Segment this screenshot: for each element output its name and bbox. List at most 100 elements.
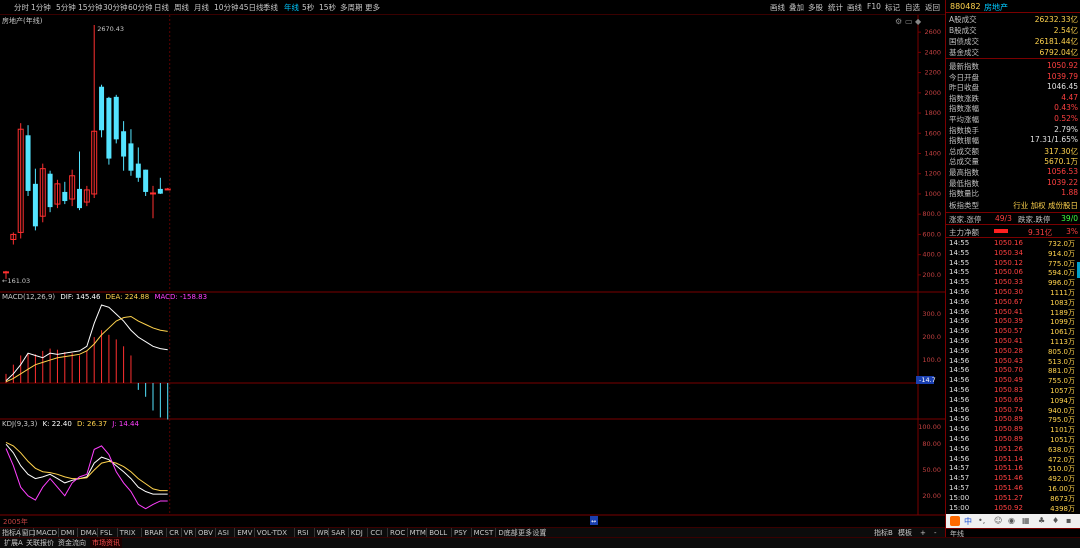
ime-shirt-icon[interactable]: ♦: [1052, 516, 1059, 525]
period-tab[interactable]: 45日线: [239, 2, 264, 13]
tick-price: 1050.39: [994, 317, 1023, 326]
period-tab[interactable]: 月线: [194, 2, 209, 13]
down-value: 39/0: [1061, 214, 1078, 223]
period-tab[interactable]: 30分钟: [103, 2, 128, 13]
period-tab[interactable]: 分时: [14, 2, 29, 13]
period-tab[interactable]: 10分钟: [214, 2, 239, 13]
period-tab[interactable]: 5秒: [302, 2, 314, 13]
toolbar-right-button[interactable]: 统计: [828, 2, 843, 13]
tick-time: 14:56: [949, 444, 970, 453]
high-label: 2670.43: [97, 25, 124, 33]
stat-value: 5670.1万: [1044, 157, 1078, 167]
tick-price: 1050.92: [994, 503, 1023, 512]
ime-skin-icon[interactable]: ♣: [1038, 516, 1045, 525]
y-tick-label: 200.0: [922, 271, 941, 279]
stat-value: 0.43%: [1054, 103, 1078, 113]
tick-row: 14:56 1050.70 881.0万: [946, 366, 1080, 376]
index-stat-row: 最高指数 1056.53: [946, 167, 1080, 177]
toolbar-right-button[interactable]: 画线: [770, 2, 785, 13]
stat-value: 2.79%: [1054, 124, 1078, 134]
tick-price: 1050.67: [994, 297, 1023, 306]
tick-price: 1050.49: [994, 376, 1023, 385]
tick-time: 14:56: [949, 454, 970, 463]
macd-current-value: -14.7: [919, 376, 936, 384]
candle-body: [3, 271, 9, 274]
macd-value-label: MACD: -158.83: [154, 293, 208, 301]
toolbar-right-button[interactable]: F10: [867, 2, 881, 11]
main-flow-pct: 3%: [1066, 227, 1078, 236]
tick-price: 1050.06: [994, 268, 1023, 277]
tick-price: 1051.14: [994, 454, 1023, 463]
tick-row: 14:57 1051.16 510.0万: [946, 464, 1080, 474]
tick-price: 1050.12: [994, 258, 1023, 267]
tick-time: 14:55: [949, 239, 970, 247]
toolbar-right-button[interactable]: 自选: [905, 2, 920, 13]
toolbar-right-button[interactable]: 返回: [925, 2, 940, 13]
tick-volume: 1083万: [1050, 298, 1075, 307]
period-tab[interactable]: 60分钟: [128, 2, 153, 13]
toolbar-right-button[interactable]: 标记: [885, 2, 900, 13]
tick-time: 14:55: [949, 278, 970, 287]
candle-body: [32, 183, 38, 227]
stat-key: B股成交: [949, 26, 977, 35]
chart-arrow-icon: ◆: [915, 17, 922, 26]
y-tick-label: 1000: [924, 190, 941, 198]
chart-svg[interactable]: ⚙ ▭ ◆2600 2400 2200 2000 1800 1600 1400 1200 1000 8…: [0, 15, 945, 527]
tick-time: 14:56: [949, 395, 970, 404]
toolbar-right-button[interactable]: 叠加: [789, 2, 804, 13]
tick-time: 14:57: [949, 464, 970, 473]
ime-grid-icon[interactable]: ▪: [1066, 516, 1071, 525]
tick-time: 14:56: [949, 337, 970, 345]
tick-price: 1050.89: [994, 425, 1023, 434]
index-stat-row: 今日开盘 1039.79: [946, 72, 1080, 82]
period-tab[interactable]: 15分钟: [78, 2, 103, 13]
stat-value: 1046.45: [1046, 82, 1078, 92]
toolbar-right-button[interactable]: 多股: [808, 2, 823, 13]
tick-volume: 1099万: [1050, 318, 1075, 327]
period-tab[interactable]: 1分钟: [31, 2, 51, 13]
period-tab[interactable]: 5分钟: [56, 2, 76, 13]
kline-chart-area[interactable]: ⚙ ▭ ◆ 2600 2400 2200 2000 1800 1600 1400 1200 1000 8…: [0, 15, 945, 527]
tick-time: 14:57: [949, 484, 970, 492]
ime-keyboard-icon[interactable]: ▦: [1022, 516, 1030, 525]
ime-toolbar[interactable]: 中 •, ☺ ◉ ▦ ♣ ♦ ▪: [946, 514, 1080, 528]
tick-price: 1050.30: [994, 288, 1023, 296]
period-tab[interactable]: 15秒: [319, 2, 336, 13]
kdj-k-line: [5, 443, 168, 495]
tick-row: 14:56 1050.39 1099万: [946, 317, 1080, 327]
tick-price: 1051.46: [994, 474, 1023, 483]
period-tab[interactable]: 周线: [174, 2, 189, 13]
tick-row: 14:57 1051.46 16.00万: [946, 484, 1080, 494]
candle-body: [128, 143, 134, 171]
tick-price: 1050.33: [994, 278, 1023, 287]
tick-row: 14:55 1050.16 732.0万: [946, 239, 1080, 249]
tick-volume: 996.0万: [1047, 279, 1075, 288]
stat-value: 26181.44亿: [1034, 37, 1078, 46]
tick-volume: 805.0万: [1047, 347, 1075, 356]
ime-lang-icon[interactable]: 中: [964, 516, 972, 527]
stat-key: 总成交额: [949, 146, 979, 156]
candle-body: [77, 188, 82, 209]
stat-value: 1050.92: [1046, 61, 1078, 70]
ime-punct-icon[interactable]: •,: [978, 516, 985, 525]
ime-emoji-icon[interactable]: ☺: [994, 516, 1002, 525]
stat-key: 指数涨幅: [949, 104, 979, 114]
candle-body: [143, 169, 149, 192]
tick-price: 1050.57: [994, 327, 1023, 336]
period-tab[interactable]: 日线: [154, 2, 169, 13]
stat-key: 指数量比: [949, 189, 979, 199]
year-label: 2005年: [3, 518, 28, 526]
tick-row: 14:56 1051.14 472.0万: [946, 455, 1080, 465]
toolbar-right-button[interactable]: 画线: [847, 2, 862, 13]
tick-volume: 881.0万: [1047, 367, 1075, 376]
tick-time: 14:56: [949, 307, 970, 316]
volume-stat-row: B股成交 2.54亿: [946, 25, 1080, 35]
period-tab[interactable]: 季线: [263, 2, 278, 13]
period-tab[interactable]: 多周期: [340, 2, 363, 13]
period-tab[interactable]: 年线: [284, 2, 299, 13]
tick-volume: 1061万: [1050, 328, 1075, 337]
tick-row: 14:56 1050.89 1101万: [946, 425, 1080, 435]
period-tab[interactable]: 更多: [365, 2, 380, 13]
ime-mic-icon[interactable]: ◉: [1008, 516, 1015, 525]
panel-header: 880482 房地产: [946, 0, 1080, 13]
